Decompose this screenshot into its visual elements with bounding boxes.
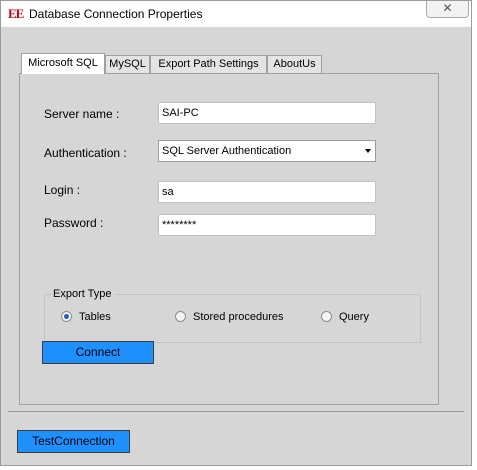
authentication-select[interactable]: SQL Server Authentication bbox=[158, 140, 376, 162]
tab-label: Microsoft SQL bbox=[28, 57, 98, 69]
export-type-legend: Export Type bbox=[51, 287, 114, 301]
tab-mysql[interactable]: MySQL bbox=[105, 55, 150, 73]
tab-control: Microsoft SQL MySQL Export Path Settings… bbox=[19, 53, 439, 405]
password-field[interactable]: ******** bbox=[158, 214, 376, 236]
microsoft-sql-panel: Server name : SAI-PC Authentication : SQ… bbox=[19, 73, 439, 405]
radio-checked-icon bbox=[61, 311, 72, 322]
authentication-value: SQL Server Authentication bbox=[162, 145, 292, 157]
server-name-label: Server name : bbox=[44, 107, 120, 121]
tab-export-path-settings[interactable]: Export Path Settings bbox=[150, 55, 267, 73]
connect-button[interactable]: Connect bbox=[42, 341, 154, 364]
test-connection-button[interactable]: TestConnection bbox=[17, 430, 130, 453]
close-button[interactable]: ✕ bbox=[426, 1, 469, 18]
app-logo-icon: EE bbox=[8, 6, 24, 21]
login-label: Login : bbox=[44, 183, 81, 197]
server-name-field[interactable]: SAI-PC bbox=[158, 102, 376, 124]
export-type-group: Export Type Tables Stored procedures Que… bbox=[44, 287, 421, 343]
authentication-label: Authentication : bbox=[44, 146, 127, 160]
tab-aboutus[interactable]: AboutUs bbox=[267, 55, 322, 73]
window-title: Database Connection Properties bbox=[29, 7, 203, 21]
close-icon: ✕ bbox=[442, 1, 453, 15]
tab-label: AboutUs bbox=[273, 58, 316, 70]
password-label: Password : bbox=[44, 216, 104, 230]
title-bar[interactable]: EE Database Connection Properties ✕ bbox=[1, 1, 471, 27]
radio-label: Tables bbox=[79, 311, 111, 323]
radio-label: Query bbox=[339, 311, 369, 323]
login-field[interactable]: sa bbox=[158, 181, 376, 203]
tab-strip: Microsoft SQL MySQL Export Path Settings… bbox=[19, 53, 439, 74]
main-window: EE Database Connection Properties ✕ Micr… bbox=[0, 0, 472, 466]
radio-unchecked-icon bbox=[321, 311, 332, 322]
radio-label: Stored procedures bbox=[193, 311, 284, 323]
dropdown-arrow-icon bbox=[365, 149, 371, 153]
tab-label: MySQL bbox=[109, 58, 146, 70]
radio-unchecked-icon bbox=[175, 311, 186, 322]
tab-microsoft-sql[interactable]: Microsoft SQL bbox=[21, 53, 105, 74]
tab-label: Export Path Settings bbox=[158, 58, 259, 70]
divider bbox=[8, 411, 464, 412]
